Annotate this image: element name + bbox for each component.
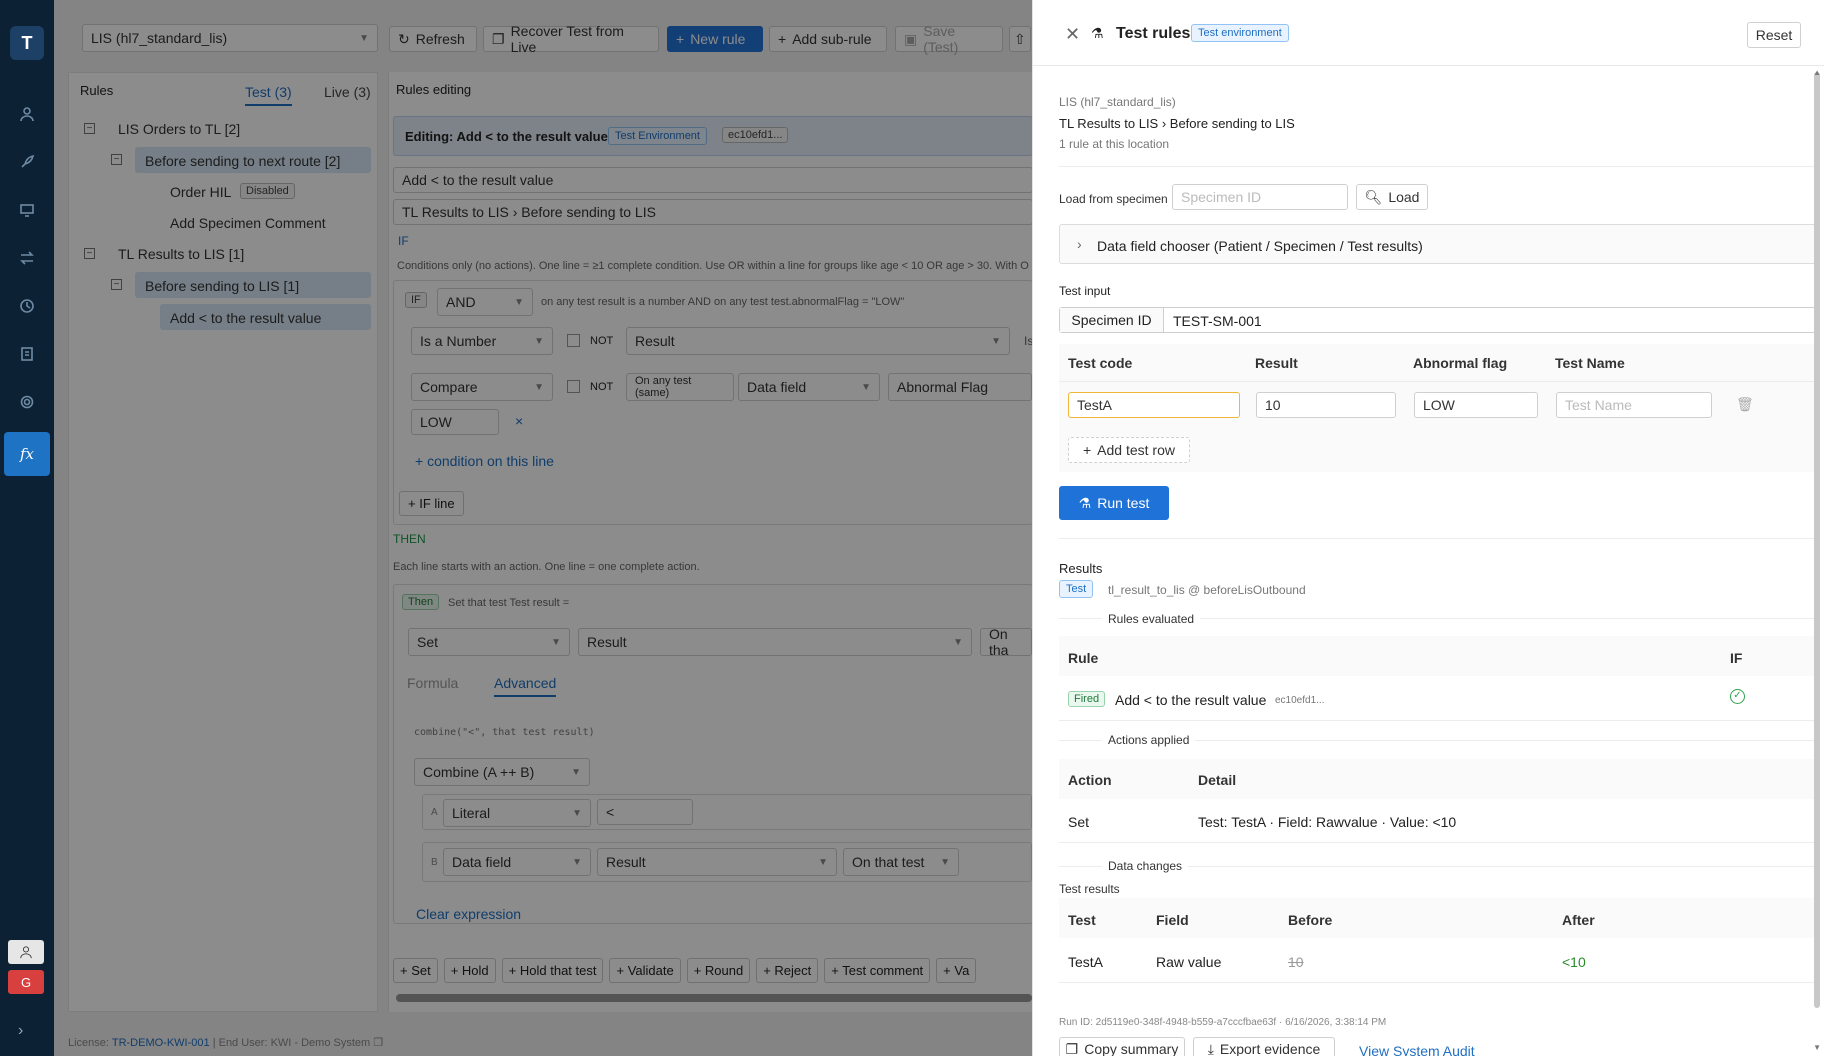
col-test-name: Test Name (1555, 355, 1625, 371)
scroll-up-icon[interactable]: ▲ (1813, 68, 1821, 77)
test-input-title: Test input (1059, 284, 1111, 298)
divider (1059, 720, 1817, 721)
gear-icon[interactable] (15, 390, 39, 414)
download-icon: ⤓ (1207, 1040, 1214, 1056)
specimen-id-label: Specimen ID (1060, 308, 1164, 332)
test-name-input[interactable]: Test Name (1556, 392, 1712, 418)
close-icon[interactable]: ✕ (1065, 24, 1080, 45)
copy-summary-button[interactable]: ❐ Copy summary (1059, 1037, 1185, 1056)
copy-summary-label: Copy summary (1084, 1041, 1179, 1056)
history-icon[interactable] (15, 294, 39, 318)
export-evidence-label: Export evidence (1219, 1041, 1321, 1056)
check-icon: ✓ (1730, 689, 1745, 704)
rule-name: Add < to the result value (1115, 692, 1267, 708)
copy-icon: ❐ (1065, 1040, 1079, 1056)
user-icon[interactable] (15, 102, 39, 126)
rules-evaluated-title: Rules evaluated (1102, 612, 1201, 626)
divider (1059, 166, 1817, 167)
col-action: Action (1068, 772, 1112, 788)
rules-fx-icon[interactable]: fx (4, 432, 50, 476)
export-evidence-button[interactable]: ⤓ Export evidence (1193, 1037, 1335, 1056)
divider (1059, 982, 1817, 983)
trash-icon[interactable]: 🗑︎ (1736, 396, 1754, 413)
expand-icon[interactable]: › (18, 1022, 23, 1040)
scroll-down-icon[interactable]: ▼ (1813, 1043, 1821, 1052)
dc-field: Raw value (1156, 954, 1222, 970)
action-value: Set (1068, 814, 1090, 830)
sidebar-nav: T fx G › (0, 0, 54, 1056)
report-icon[interactable] (15, 342, 39, 366)
load-label-text: Load (1388, 189, 1420, 205)
divider (1059, 381, 1817, 382)
col-after: After (1562, 912, 1595, 928)
result-input[interactable]: 10 (1256, 392, 1396, 418)
search-icon: 🔍︎ (1364, 188, 1383, 205)
run-test-button[interactable]: ⚗ Run test (1059, 486, 1169, 520)
divider (1059, 842, 1817, 843)
env-tag: Test environment (1191, 24, 1289, 42)
user-avatar-icon[interactable] (8, 940, 44, 964)
col-result: Result (1255, 355, 1298, 371)
results-source: tl_result_to_lis @ beforeLisOutbound (1108, 583, 1306, 597)
rule-hash: ec10efd1... (1275, 695, 1325, 706)
test-results-title: Test results (1059, 882, 1120, 896)
col-test-code: Test code (1068, 355, 1133, 371)
rule-path: TL Results to LIS › Before sending to LI… (1059, 116, 1295, 131)
results-title: Results (1059, 561, 1103, 576)
specimen-id-placeholder: Specimen ID (1181, 189, 1262, 205)
data-field-chooser-label: Data field chooser (Patient / Specimen /… (1097, 238, 1423, 254)
add-test-row-button[interactable]: + Add test row (1068, 437, 1190, 463)
specimen-id-value[interactable]: TEST-SM-001 (1173, 313, 1262, 329)
rule-count: 1 rule at this location (1059, 137, 1170, 151)
panel-title: Test rules (1116, 25, 1191, 42)
fired-badge: Fired (1068, 691, 1106, 707)
reset-button[interactable]: Reset (1747, 22, 1801, 48)
actions-header (1059, 759, 1817, 799)
flask-icon: ⚗ (1078, 494, 1092, 511)
panel-scrollbar[interactable] (1814, 72, 1820, 1008)
chevron-right-icon: › (1077, 236, 1082, 252)
col-rule: Rule (1068, 650, 1099, 666)
rocket-icon[interactable] (15, 150, 39, 174)
results-tag: Test (1059, 580, 1094, 598)
run-test-label: Run test (1097, 495, 1150, 511)
swap-icon[interactable] (15, 246, 39, 270)
dc-after: <10 (1562, 954, 1586, 970)
test-code-input[interactable]: TestA (1068, 392, 1240, 418)
actions-applied-title: Actions applied (1102, 733, 1196, 747)
abnormal-flag-input[interactable]: LOW (1414, 392, 1538, 418)
source-label: LIS (hl7_standard_lis) (1059, 95, 1176, 109)
col-before: Before (1288, 912, 1333, 928)
load-label: Load from specimen (1059, 192, 1168, 206)
col-field: Field (1156, 912, 1189, 928)
dc-test: TestA (1068, 954, 1104, 970)
test-rules-panel: ✕ ⚗ Test rules Test environment Reset LI… (1032, 0, 1824, 1056)
load-button[interactable]: 🔍︎ Load (1356, 184, 1428, 210)
specimen-id-input[interactable]: Specimen ID (1172, 184, 1348, 210)
col-abnormal-flag: Abnormal flag (1413, 355, 1508, 371)
app-logo: T (10, 26, 44, 60)
data-changes-title: Data changes (1102, 859, 1189, 873)
col-test: Test (1068, 912, 1096, 928)
add-test-row-label: Add test row (1097, 442, 1175, 458)
modal-overlay[interactable] (54, 0, 1032, 1056)
run-id: Run ID: 2d5119e0-348f-4948-b559-a7cccfba… (1059, 1017, 1387, 1028)
action-detail: Test: TestA · Field: Rawvalue · Value: <… (1198, 814, 1457, 830)
view-system-audit-link[interactable]: View System Audit (1359, 1043, 1475, 1056)
logout-icon[interactable]: G (8, 970, 44, 994)
flask-icon: ⚗ (1091, 25, 1104, 41)
col-detail: Detail (1198, 772, 1237, 788)
divider (1059, 538, 1817, 539)
rules-header (1059, 636, 1817, 676)
dc-before: 10 (1288, 954, 1304, 970)
monitor-icon[interactable] (15, 198, 39, 222)
test-name-placeholder: Test Name (1565, 397, 1632, 413)
col-if: IF (1730, 650, 1743, 666)
plus-icon: + (1082, 442, 1092, 458)
